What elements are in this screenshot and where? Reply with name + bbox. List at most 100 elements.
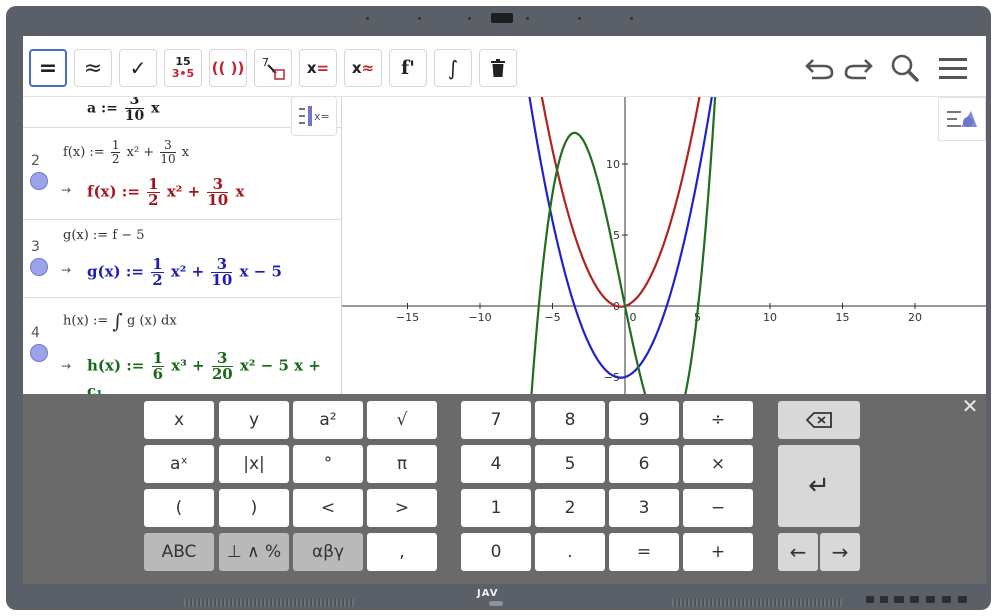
- key-label: 8: [564, 410, 576, 430]
- key-label: 0: [490, 542, 502, 562]
- solve-numeric-tool-button[interactable]: x≈: [344, 49, 382, 87]
- derivative-icon: f': [401, 57, 415, 79]
- key-num-r1-c0[interactable]: 4: [461, 445, 531, 483]
- key-left-r0-c0[interactable]: x: [144, 401, 214, 439]
- backspace-key[interactable]: [778, 401, 860, 439]
- key-label: 2: [564, 498, 576, 518]
- row1-den: 10: [124, 108, 145, 124]
- row4-res-frac2: 3 20: [211, 351, 233, 382]
- key-label: ABC: [161, 542, 197, 562]
- key-left-r1-c3[interactable]: π: [367, 445, 437, 483]
- right-arrow-key[interactable]: →: [820, 533, 860, 571]
- row1-fraction: 3 10: [124, 97, 145, 124]
- arrow-right-icon: →: [831, 540, 849, 564]
- x-tick-label: 20: [908, 311, 922, 324]
- left-arrow-key[interactable]: ←: [778, 533, 818, 571]
- key-label: αβγ: [311, 542, 345, 562]
- visibility-toggle[interactable]: [30, 258, 48, 276]
- row1-assign: :=: [100, 100, 118, 117]
- undo-icon: [805, 59, 834, 80]
- redo-button[interactable]: [841, 50, 877, 86]
- key-left-r3-c3[interactable]: ,: [367, 533, 437, 571]
- search-button[interactable]: [887, 50, 923, 86]
- cas-row-4[interactable]: 4 h(x) := ∫ g (x) dx → h(x) := 16 x³ + 3…: [23, 297, 341, 394]
- key-num-r0-c3[interactable]: ÷: [683, 401, 753, 439]
- key-num-r1-c2[interactable]: 6: [609, 445, 679, 483]
- x-tick-label: −15: [396, 311, 419, 324]
- key-num-r0-c1[interactable]: 8: [535, 401, 605, 439]
- key-num-r0-c0[interactable]: 7: [461, 401, 531, 439]
- bezel-top: [6, 6, 991, 30]
- key-num-r3-c0[interactable]: 0: [461, 533, 531, 571]
- integral-tool-button[interactable]: ∫: [434, 49, 472, 87]
- cas-row-2[interactable]: 2 f(x) := 12 x² + 3 10 x → f(x) := 12 x² …: [23, 127, 341, 220]
- key-left-r3-c1[interactable]: ⊥ ∧ %: [219, 533, 289, 571]
- row2-def-prefix: f(x) :=: [63, 145, 105, 160]
- row2-res-mid: x² +: [166, 182, 201, 201]
- graphics-style-button[interactable]: [938, 97, 986, 141]
- expand-tool-button[interactable]: (( )): [209, 49, 247, 87]
- check-tool-button[interactable]: ✓: [119, 49, 157, 87]
- key-left-r2-c0[interactable]: (: [144, 489, 214, 527]
- graphics-view[interactable]: −15 −10 −5 0 5 10 15 20 10 5 0 −5: [342, 97, 986, 394]
- key-left-r0-c2[interactable]: a²: [293, 401, 363, 439]
- key-left-r1-c0[interactable]: aˣ: [144, 445, 214, 483]
- graph-canvas[interactable]: −15 −10 −5 0 5 10 15 201050−5: [342, 97, 986, 394]
- columns-icon: x=: [299, 106, 329, 126]
- delete-tool-button[interactable]: [479, 49, 517, 87]
- numeric-tool-button[interactable]: ≈: [74, 49, 112, 87]
- key-left-r1-c1[interactable]: |x|: [219, 445, 289, 483]
- key-label: 6: [638, 454, 650, 474]
- key-label: a²: [319, 410, 337, 430]
- key-label: >: [394, 498, 410, 518]
- key-num-r3-c1[interactable]: .: [535, 533, 605, 571]
- key-num-r3-c3[interactable]: +: [683, 533, 753, 571]
- close-keyboard-button[interactable]: ✕: [959, 394, 981, 418]
- key-label: 3: [638, 498, 650, 518]
- solve-tool-button[interactable]: x=: [299, 49, 337, 87]
- key-num-r1-c1[interactable]: 5: [535, 445, 605, 483]
- undo-button[interactable]: [801, 50, 837, 86]
- key-left-r2-c3[interactable]: >: [367, 489, 437, 527]
- key-num-r2-c2[interactable]: 3: [609, 489, 679, 527]
- sensor-dot: [418, 17, 421, 20]
- row3-res-frac1: 12: [151, 257, 164, 289]
- key-left-r0-c3[interactable]: √: [367, 401, 437, 439]
- substitute-tool-button[interactable]: 7: [254, 49, 292, 87]
- key-label: .: [567, 542, 573, 562]
- y-tick-label: 10: [606, 158, 620, 171]
- power-button[interactable]: [489, 601, 503, 606]
- x-tick-label: −5: [544, 311, 560, 324]
- row1-output: a := 3 10 x: [87, 97, 159, 124]
- derivative-tool-button[interactable]: f': [389, 49, 427, 87]
- visibility-toggle[interactable]: [30, 172, 48, 190]
- key-left-r3-c2[interactable]: αβγ: [293, 533, 363, 571]
- visibility-toggle[interactable]: [30, 344, 48, 362]
- virtual-keyboard: ✕ ↵ ← → x y a² √ aˣ |x| ° π () < > ABC ⊥ ∧ % αβγ, 7 8 9 ÷…: [23, 394, 986, 584]
- front-ports: [866, 596, 976, 606]
- frac-den: 2: [152, 271, 163, 289]
- key-num-r2-c3[interactable]: −: [683, 489, 753, 527]
- key-left-r2-c1[interactable]: ): [219, 489, 289, 527]
- key-num-r0-c2[interactable]: 9: [609, 401, 679, 439]
- menu-button[interactable]: [935, 50, 971, 86]
- key-left-r1-c2[interactable]: °: [293, 445, 363, 483]
- key-num-r1-c3[interactable]: ×: [683, 445, 753, 483]
- key-num-r2-c0[interactable]: 1: [461, 489, 531, 527]
- key-num-r2-c1[interactable]: 2: [535, 489, 605, 527]
- key-label: |x|: [243, 454, 265, 474]
- row2-res-tail: x: [235, 182, 245, 201]
- factor-tool-button[interactable]: 15 3•5: [164, 49, 202, 87]
- evaluate-tool-button[interactable]: =: [29, 49, 67, 87]
- key-left-r2-c2[interactable]: <: [293, 489, 363, 527]
- enter-key[interactable]: ↵: [778, 445, 860, 527]
- svg-text:x=: x=: [314, 110, 329, 123]
- key-left-r3-c0[interactable]: ABC: [144, 533, 214, 571]
- cas-view-style-button[interactable]: x=: [291, 96, 337, 136]
- approx-icon: ≈: [83, 55, 103, 81]
- key-left-r0-c1[interactable]: y: [219, 401, 289, 439]
- bezel-bottom: JAV: [6, 584, 991, 610]
- key-num-r3-c2[interactable]: =: [609, 533, 679, 571]
- cas-row-3[interactable]: 3 g(x) := f − 5 → g(x) := 12 x² + 3 10 x …: [23, 219, 341, 298]
- key-label: 1: [490, 498, 502, 518]
